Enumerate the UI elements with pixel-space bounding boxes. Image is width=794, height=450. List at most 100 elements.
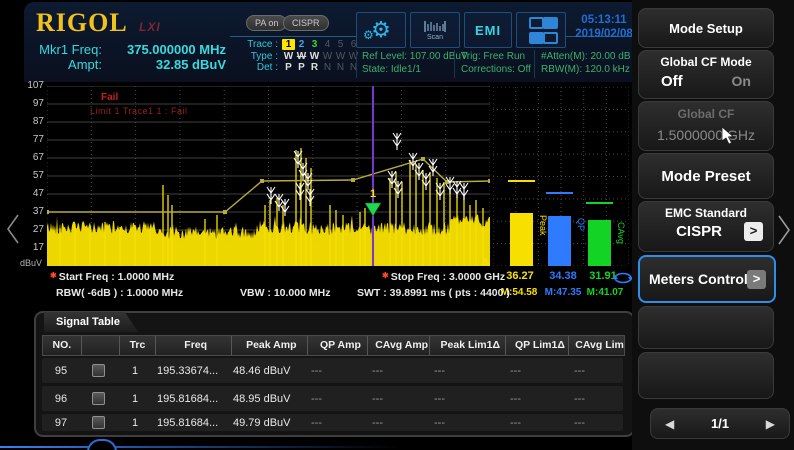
- table-row-95[interactable]: 95 1 195.33674... 48.46 dBuV --- --- ---…: [42, 358, 623, 383]
- global-cf-mode-button[interactable]: Global CF Mode Off On: [638, 50, 774, 99]
- cell-cavg-amp: ---: [366, 365, 428, 377]
- header-cavg-lim[interactable]: CAvg Lim1Δ: [569, 336, 624, 355]
- cispr-button[interactable]: CISPR: [283, 15, 329, 31]
- qp-meter-value: 34.38: [541, 270, 585, 282]
- emi-mode-button[interactable]: EMI: [464, 12, 512, 48]
- emc-standard-button[interactable]: EMC Standard CISPR >: [638, 201, 774, 252]
- header-qp-amp[interactable]: QP Amp: [308, 336, 369, 355]
- meters-display[interactable]: Peak QP CAvg: [493, 87, 629, 266]
- cell-freq: 195.81684...: [153, 417, 229, 429]
- multi-window-button[interactable]: [516, 12, 566, 48]
- cell-freq: 195.81684...: [153, 393, 229, 405]
- det-1: P: [282, 62, 295, 73]
- header-peak-amp[interactable]: Peak Amp: [232, 336, 308, 355]
- cell-trc: 1: [117, 393, 153, 405]
- global-cf-mode-on[interactable]: On: [732, 73, 751, 90]
- rbw-m-text: RBW(M): 120.0 kHz: [541, 63, 630, 76]
- cell-peak-lim: ---: [428, 365, 504, 377]
- cell-qp-lim: ---: [504, 365, 568, 377]
- header-no[interactable]: NO.: [43, 336, 82, 355]
- header-freq[interactable]: Freq: [156, 336, 232, 355]
- svg-text:QP: QP: [576, 218, 586, 231]
- ref-level-text: Ref Level: 107.00 dBuV: [362, 50, 468, 63]
- marker-ampt-label: Ampt:: [22, 57, 102, 72]
- meters-control-button[interactable]: Meters Control >: [638, 255, 776, 303]
- global-cf-button[interactable]: Global CF 1.5000000 GHz: [638, 101, 774, 151]
- type-2: W: [295, 51, 308, 62]
- signal-table-tab[interactable]: Signal Table: [44, 312, 138, 332]
- scan-button[interactable]: Scan: [410, 12, 460, 48]
- row-checkbox[interactable]: [92, 392, 105, 405]
- grid-windows-icon: [529, 17, 554, 44]
- emc-standard-value: CISPR: [676, 223, 722, 240]
- header-peak-lim[interactable]: Peak Lim1Δ: [430, 336, 506, 355]
- emc-standard-arrow-icon[interactable]: >: [744, 222, 763, 241]
- trace-1[interactable]: 1: [282, 39, 295, 50]
- emc-standard-title: EMC Standard: [639, 202, 773, 220]
- trace-5[interactable]: 5: [334, 39, 347, 50]
- page-next-icon[interactable]: ▶: [766, 417, 775, 431]
- cell-qp-amp: ---: [305, 365, 366, 377]
- softkey-sidebar: Mode Setup Global CF Mode Off On Global …: [632, 0, 794, 450]
- row-checkbox[interactable]: [92, 364, 105, 377]
- header-qp-lim[interactable]: QP Lim1Δ: [506, 336, 570, 355]
- gear-small-icon: ⚙: [363, 29, 374, 41]
- trace-3[interactable]: 3: [308, 39, 321, 50]
- cell-peak-amp: 49.79 dBuV: [229, 417, 305, 429]
- global-cf-value: 1.5000000 GHz: [639, 127, 773, 143]
- y-tick-57: 57: [18, 170, 44, 181]
- signal-table-header: NO. Trc Freq Peak Amp QP Amp CAvg Amp Pe…: [42, 335, 625, 356]
- det-5: N: [334, 62, 347, 73]
- system-settings-button[interactable]: ⚙ ⚙: [356, 12, 406, 48]
- trace-4[interactable]: 4: [321, 39, 334, 50]
- type-legend-row: Type :WWWWWW: [238, 51, 360, 62]
- global-cf-title: Global CF: [639, 102, 773, 121]
- left-panel-chevron[interactable]: [5, 213, 21, 245]
- header-check[interactable]: [82, 336, 120, 355]
- fail-status-text: Fail: [101, 92, 118, 103]
- y-axis-unit: dBuV: [20, 258, 42, 268]
- stop-freq-marker: ✱: [382, 271, 389, 280]
- type-1: W: [282, 51, 295, 62]
- pa-on-button[interactable]: PA on: [246, 15, 287, 31]
- cavg-meter-max: M:41.07: [582, 287, 628, 298]
- meters-control-arrow-icon[interactable]: >: [747, 270, 766, 289]
- svg-text:Peak: Peak: [538, 215, 548, 236]
- settings-divider-2: [454, 50, 455, 78]
- table-row-97[interactable]: 97 1 195.81684... 49.79 dBuV --- --- ---…: [42, 414, 623, 431]
- header-cavg-amp[interactable]: CAvg Amp: [368, 336, 430, 355]
- table-row-96[interactable]: 96 1 195.81684... 48.95 dBuV --- --- ---…: [42, 386, 623, 411]
- right-panel-chevron[interactable]: [776, 214, 792, 246]
- page-prev-icon[interactable]: ◀: [665, 417, 674, 431]
- meter-refresh-icon[interactable]: [613, 272, 633, 284]
- vbw-text: VBW : 10.000 MHz: [240, 287, 330, 299]
- type-4: W: [321, 51, 334, 62]
- type-3: W: [308, 51, 321, 62]
- bottom-pull-handle[interactable]: [87, 439, 117, 450]
- softkey-blank-2[interactable]: [638, 352, 774, 399]
- marker-freq-label: Mkr1 Freq:: [22, 42, 102, 57]
- y-tick-67: 67: [18, 152, 44, 163]
- stop-freq-text: ✱Stop Freq : 3.0000 GHz: [382, 271, 505, 283]
- mode-preset-button[interactable]: Mode Preset: [638, 153, 774, 199]
- row-checkbox[interactable]: [92, 416, 105, 429]
- scan-button-label: Scan: [427, 34, 443, 41]
- cell-cavg-lim: ---: [568, 417, 623, 429]
- svg-text:CAvg: CAvg: [616, 222, 626, 244]
- trace-2[interactable]: 2: [295, 39, 308, 50]
- cell-qp-amp: ---: [305, 393, 366, 405]
- mode-setup-button[interactable]: Mode Setup: [638, 8, 774, 48]
- cell-cavg-amp: ---: [366, 417, 428, 429]
- cell-trc: 1: [117, 417, 153, 429]
- global-cf-mode-title: Global CF Mode: [639, 51, 773, 69]
- header-trc[interactable]: Trc: [120, 336, 157, 355]
- gear-icon: ⚙: [371, 19, 391, 41]
- det-4: N: [321, 62, 334, 73]
- instrument-screen: RIGOL LXI Mkr1 Freq: 375.000000 MHz Ampt…: [0, 0, 794, 450]
- type-label: Type :: [238, 51, 278, 62]
- swt-text: SWT : 39.8991 ms ( pts : 4400 ): [357, 287, 510, 299]
- softkey-blank-1[interactable]: [638, 306, 774, 349]
- global-cf-mode-off[interactable]: Off: [661, 73, 683, 90]
- det-3: R: [308, 62, 321, 73]
- time-text: 05:13:11: [572, 13, 636, 27]
